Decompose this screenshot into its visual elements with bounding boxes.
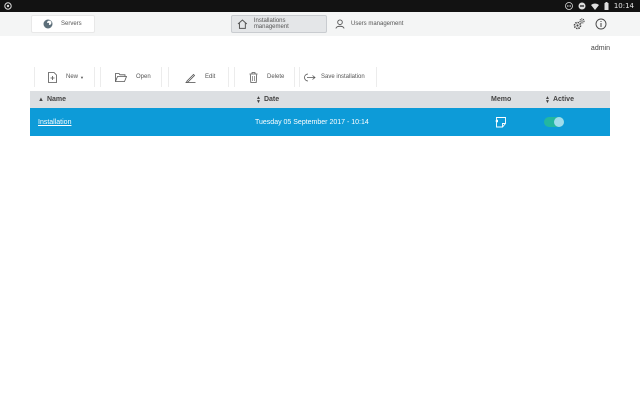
- trash-icon: [249, 71, 258, 83]
- edit-label: Edit: [205, 74, 216, 80]
- servers-button[interactable]: Servers: [31, 15, 95, 33]
- delete-label: Delete: [267, 74, 285, 80]
- column-active-label: Active: [552, 96, 574, 103]
- do-not-disturb-icon: [578, 2, 586, 10]
- system-status-bar: 10:14: [0, 0, 640, 12]
- open-label: Open: [136, 74, 151, 80]
- current-user: admin: [590, 45, 610, 52]
- user-icon: [335, 19, 345, 29]
- android-notification-icon: [4, 2, 12, 10]
- chevron-down-icon: ▼: [80, 74, 84, 80]
- home-icon: [237, 19, 248, 29]
- sort-asc-icon: ▲: [38, 96, 44, 103]
- battery-icon: [604, 2, 609, 10]
- memo-button[interactable]: [495, 108, 507, 136]
- save-installation-label: Save installation: [321, 74, 365, 80]
- installation-date: Tuesday 05 September 2017 - 10:14: [255, 118, 369, 126]
- save-arrow-icon: [304, 73, 316, 81]
- info-icon: [595, 18, 607, 30]
- tab-installations-management[interactable]: Installations management: [231, 15, 327, 33]
- toggle-knob: [554, 117, 564, 127]
- table-row[interactable]: Installation Tuesday 05 September 2017 -…: [30, 108, 610, 136]
- gears-icon: [573, 18, 585, 30]
- active-toggle[interactable]: [544, 108, 564, 136]
- servers-label: Servers: [61, 21, 82, 27]
- table-header: ▲ Name ▲ ▼ Date Memo ▲ ▼ Active: [30, 91, 610, 108]
- column-name-label: Name: [46, 96, 67, 103]
- edit-button[interactable]: Edit: [168, 67, 229, 87]
- toggle-track: [544, 117, 564, 127]
- delete-button[interactable]: Delete: [234, 67, 295, 87]
- installations-table: ▲ Name ▲ ▼ Date Memo ▲ ▼ Active Installati…: [30, 91, 610, 136]
- open-button[interactable]: Open: [100, 67, 162, 87]
- new-label: New: [66, 74, 79, 80]
- column-header-date[interactable]: ▲ ▼ Date: [256, 91, 279, 108]
- column-memo-label: Memo: [491, 96, 512, 103]
- column-header-name[interactable]: ▲ Name: [38, 91, 66, 108]
- sort-icon: ▲ ▼: [256, 94, 261, 105]
- tab-installations-label: Installations management: [253, 18, 289, 30]
- memo-icon: [495, 116, 506, 127]
- new-document-icon: [48, 71, 57, 83]
- servers-logo-icon: [43, 19, 53, 29]
- sort-icon: ▲ ▼: [545, 94, 550, 105]
- clock: 10:14: [613, 2, 634, 10]
- tab-users-management[interactable]: Users management: [330, 15, 409, 33]
- app-header: Servers Installations management Users m…: [0, 12, 640, 36]
- wifi-icon: [590, 3, 599, 10]
- new-button[interactable]: New ▼: [34, 67, 95, 87]
- save-installation-button[interactable]: Save installation: [299, 67, 377, 87]
- tab-users-label: Users management: [351, 21, 404, 27]
- column-header-memo: Memo: [491, 91, 511, 108]
- column-header-active[interactable]: ▲ ▼ Active: [545, 91, 574, 108]
- dots-icon: [564, 2, 573, 10]
- installation-name-link[interactable]: Installation: [38, 108, 71, 136]
- info-button[interactable]: [592, 15, 610, 33]
- folder-open-icon: [115, 72, 127, 82]
- pencil-icon: [185, 73, 196, 83]
- settings-button[interactable]: [570, 15, 588, 33]
- column-date-label: Date: [263, 96, 280, 103]
